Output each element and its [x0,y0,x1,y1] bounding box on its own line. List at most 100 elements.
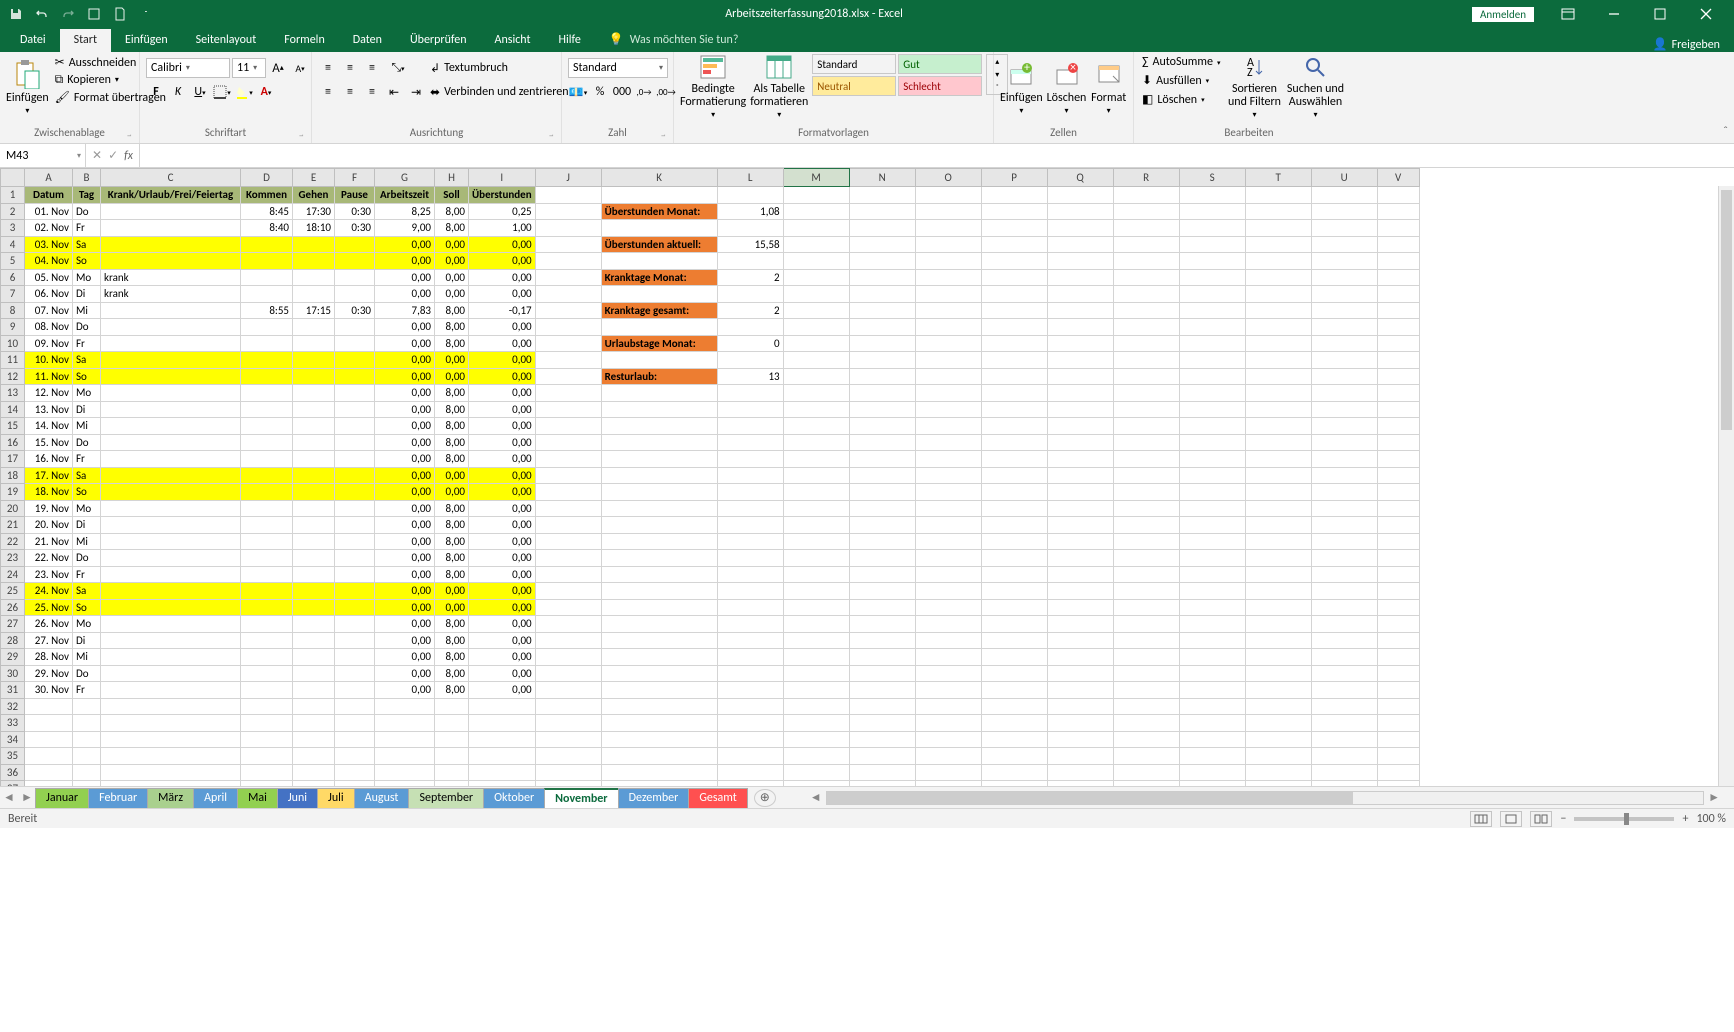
style-gut[interactable]: Gut [898,54,982,74]
tab-view[interactable]: Ansicht [481,29,545,52]
cell[interactable] [335,434,375,451]
sheet-nav-prev-icon[interactable]: ◄ [0,790,18,805]
cell[interactable]: 0,00 [469,434,536,451]
page-layout-view-icon[interactable] [1500,811,1522,827]
cell[interactable] [1047,319,1113,336]
cell[interactable]: 0,00 [375,434,435,451]
cell[interactable] [101,731,241,748]
cell[interactable]: Do [73,319,101,336]
cell[interactable] [601,401,717,418]
cell[interactable] [1113,335,1179,352]
cell[interactable] [1047,748,1113,765]
cell[interactable] [241,352,293,369]
cell[interactable] [601,583,717,600]
cell[interactable] [375,698,435,715]
style-neutral[interactable]: Neutral [812,76,896,96]
tab-help[interactable]: Hilfe [545,29,595,52]
cell[interactable] [1311,418,1377,435]
cell[interactable] [849,236,915,253]
cell[interactable] [915,269,981,286]
close-icon[interactable] [1684,0,1728,28]
cell[interactable] [535,286,601,303]
cell[interactable] [783,319,849,336]
row-header[interactable]: 10 [1,335,25,352]
cell[interactable] [915,550,981,567]
sheet-tab[interactable]: Juni [277,788,318,808]
cell[interactable] [101,698,241,715]
cell[interactable] [849,269,915,286]
cell[interactable] [1113,418,1179,435]
cell[interactable] [849,533,915,550]
cell[interactable] [1047,698,1113,715]
cell[interactable] [1311,368,1377,385]
tab-data[interactable]: Daten [339,29,396,52]
cell[interactable] [101,665,241,682]
cell[interactable] [1047,401,1113,418]
cell[interactable] [1179,665,1245,682]
cell[interactable] [915,467,981,484]
cell[interactable] [849,467,915,484]
cell[interactable] [241,698,293,715]
cell[interactable] [335,649,375,666]
cell[interactable] [981,335,1047,352]
cell[interactable] [1047,715,1113,732]
cell[interactable] [1311,748,1377,765]
cell[interactable]: 2 [717,269,783,286]
cell[interactable] [535,401,601,418]
cell[interactable] [981,517,1047,534]
cell[interactable] [1311,665,1377,682]
cell[interactable] [1113,599,1179,616]
cell[interactable] [981,533,1047,550]
cell[interactable] [25,781,73,787]
cell[interactable] [981,682,1047,699]
cell[interactable] [1113,401,1179,418]
cell[interactable] [335,632,375,649]
cell[interactable] [101,319,241,336]
cell[interactable] [1179,187,1245,204]
table-header-cell[interactable]: Soll [435,187,469,204]
cell[interactable]: Mi [73,533,101,550]
align-bottom-icon[interactable]: ≡ [362,58,382,78]
cell[interactable] [1179,368,1245,385]
cell[interactable]: 0,00 [469,533,536,550]
cell[interactable] [101,385,241,402]
cell[interactable] [1113,236,1179,253]
cell[interactable] [783,764,849,781]
column-header[interactable]: C [101,169,241,187]
cell[interactable] [1377,434,1419,451]
cell[interactable] [915,500,981,517]
cell[interactable]: Di [73,632,101,649]
cell[interactable] [293,682,335,699]
cell[interactable] [849,451,915,468]
cell[interactable]: Do [73,550,101,567]
cell[interactable] [535,385,601,402]
cell[interactable] [535,682,601,699]
shrink-font-icon[interactable]: A▾ [290,58,310,78]
cell[interactable] [1179,467,1245,484]
cell[interactable] [241,385,293,402]
cell[interactable]: 27. Nov [25,632,73,649]
cell[interactable] [1377,599,1419,616]
cell[interactable] [1047,467,1113,484]
cell[interactable] [293,500,335,517]
row-header[interactable]: 34 [1,731,25,748]
tab-pagelayout[interactable]: Seitenlayout [182,29,271,52]
cell[interactable]: 8,00 [435,649,469,666]
cell[interactable] [1377,583,1419,600]
cell[interactable] [293,434,335,451]
cell[interactable]: 04. Nov [25,253,73,270]
cell[interactable] [915,401,981,418]
cell[interactable] [335,665,375,682]
row-header[interactable]: 9 [1,319,25,336]
tab-start[interactable]: Start [60,29,111,52]
cell[interactable] [335,566,375,583]
cell[interactable] [849,583,915,600]
tab-review[interactable]: Überprüfen [396,29,481,52]
sheet-nav-next-icon[interactable]: ► [18,790,36,805]
table-header-cell[interactable]: Datum [25,187,73,204]
cell[interactable]: 0,00 [435,253,469,270]
cell[interactable] [1179,335,1245,352]
cell[interactable] [101,748,241,765]
cell[interactable] [1179,533,1245,550]
cell[interactable] [717,467,783,484]
